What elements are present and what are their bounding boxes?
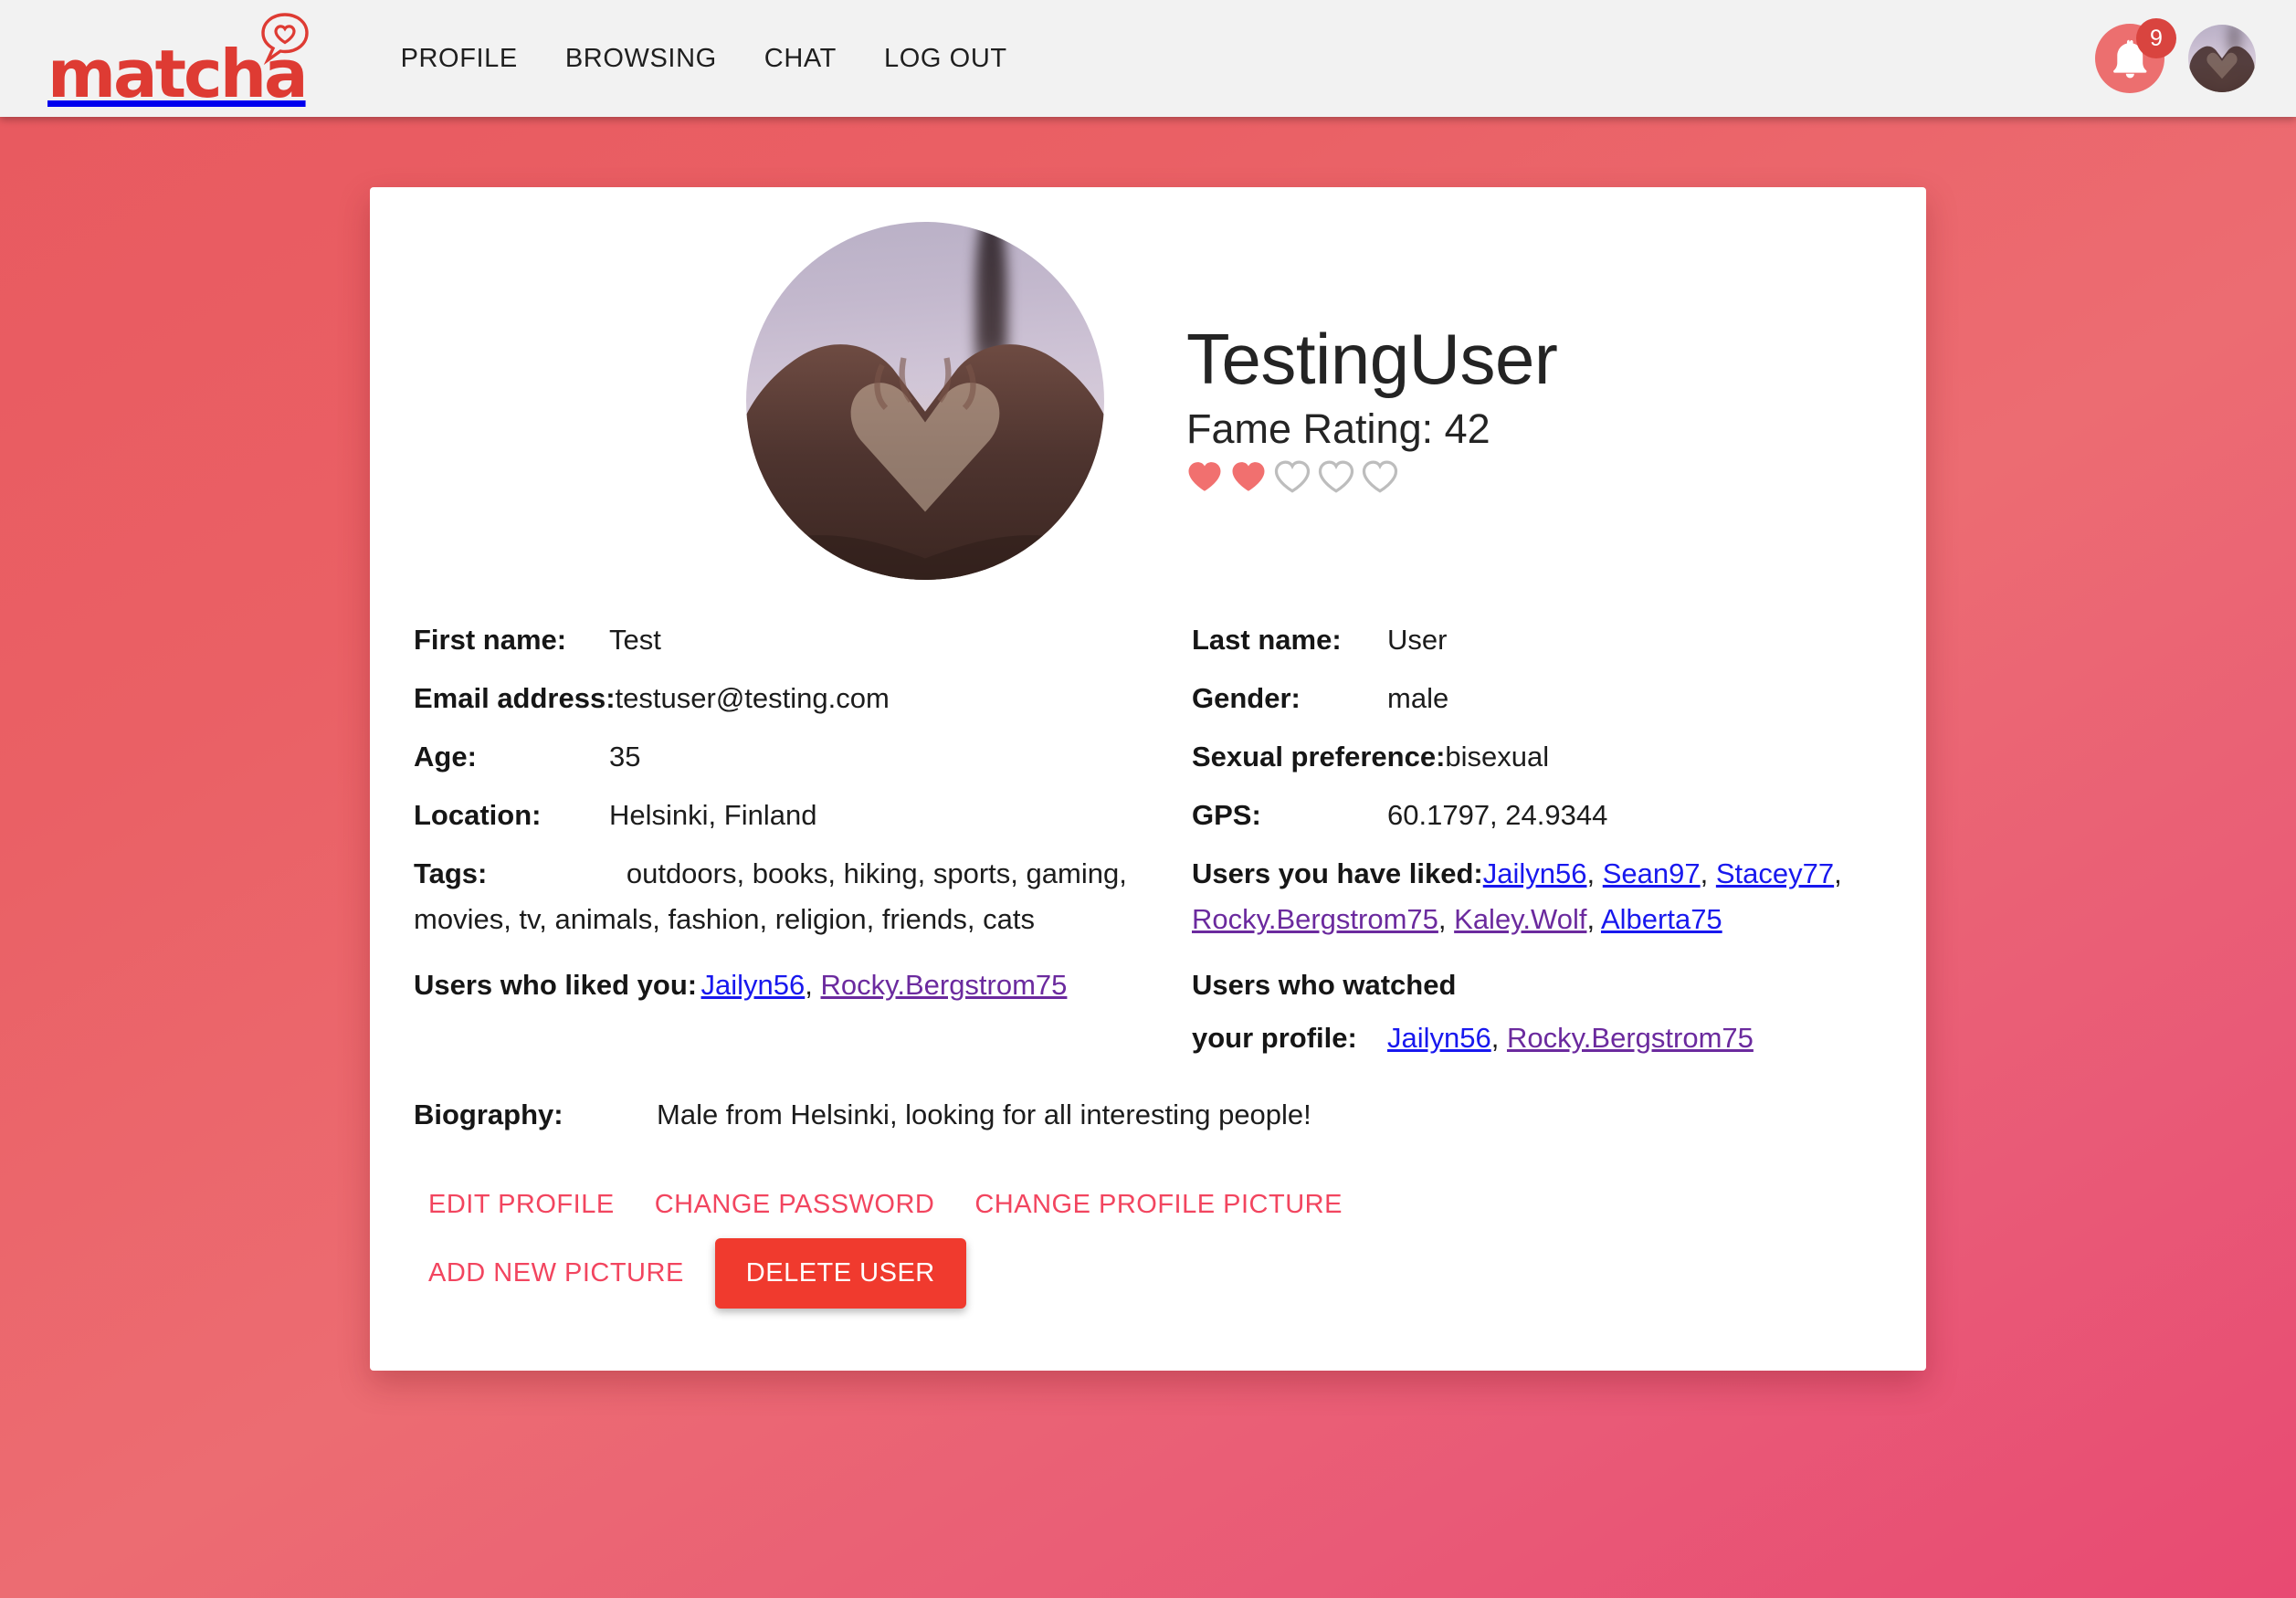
change-password-button[interactable]: CHANGE PASSWORD bbox=[635, 1175, 955, 1235]
field-users-you-liked: Users you have liked:Jailyn56, Sean97, S… bbox=[1148, 850, 1926, 941]
heart-speech-bubble-icon bbox=[258, 12, 311, 66]
field-users-who-watched: Users who watched your profile: Jailyn56… bbox=[1148, 962, 1926, 1067]
heart-empty-icon bbox=[1362, 460, 1398, 493]
user-profile-link[interactable]: Rocky.Bergstrom75 bbox=[821, 969, 1068, 1001]
field-email: Email address: testuser@testing.com bbox=[370, 669, 1148, 728]
nav-link-logout[interactable]: LOG OUT bbox=[860, 35, 1031, 83]
user-profile-link[interactable]: Rocky.Bergstrom75 bbox=[1192, 903, 1438, 935]
brand-logo[interactable]: matcha bbox=[47, 13, 309, 107]
field-label: Email address: bbox=[414, 682, 616, 714]
user-profile-link[interactable]: Kaley.Wolf bbox=[1454, 903, 1586, 935]
field-label: Last name: bbox=[1192, 624, 1342, 656]
field-gender: Gender: male bbox=[1148, 669, 1926, 728]
field-gps: GPS: 60.1797, 24.9344 bbox=[1148, 786, 1926, 845]
field-label: Age: bbox=[414, 741, 477, 773]
profile-details: First name: Test Last name: User Email a… bbox=[370, 611, 1926, 1131]
field-age: Age: 35 bbox=[370, 728, 1148, 786]
edit-profile-button[interactable]: EDIT PROFILE bbox=[408, 1175, 635, 1235]
top-navbar: matcha PROFILE BROWSING CHAT LOG OUT 9 bbox=[0, 0, 2296, 117]
nav-link-profile[interactable]: PROFILE bbox=[377, 35, 542, 83]
profile-identity: TestingUser Fame Rating: 42 bbox=[1186, 222, 1558, 493]
field-value: testuser@testing.com bbox=[615, 682, 890, 714]
field-value: Test bbox=[609, 624, 661, 656]
field-label: Users who liked you: bbox=[414, 969, 698, 1001]
profile-picture[interactable] bbox=[746, 222, 1104, 580]
field-label: Location: bbox=[414, 799, 542, 831]
heart-empty-icon bbox=[1318, 460, 1354, 493]
user-profile-link[interactable]: Alberta75 bbox=[1601, 903, 1722, 935]
field-label-line2: your profile: bbox=[1192, 1022, 1357, 1054]
fame-rating: Fame Rating: 42 bbox=[1186, 405, 1490, 452]
field-label: Gender: bbox=[1192, 682, 1301, 714]
field-first-name: First name: Test bbox=[370, 611, 1148, 669]
profile-header: TestingUser Fame Rating: 42 bbox=[370, 187, 1926, 580]
field-value: male bbox=[1387, 682, 1449, 714]
change-profile-picture-button[interactable]: CHANGE PROFILE PICTURE bbox=[954, 1175, 1363, 1235]
user-profile-link[interactable]: Stacey77 bbox=[1716, 857, 1834, 889]
field-value: 60.1797, 24.9344 bbox=[1387, 799, 1608, 831]
action-row-primary: EDIT PROFILE CHANGE PASSWORD CHANGE PROF… bbox=[408, 1175, 1926, 1235]
field-sexual-preference: Sexual preference: bisexual bbox=[1148, 728, 1926, 786]
fame-hearts bbox=[1186, 459, 1557, 493]
field-biography: Biography: Male from Helsinki, looking f… bbox=[370, 1099, 1926, 1131]
field-value: Male from Helsinki, looking for all inte… bbox=[657, 1099, 1311, 1130]
notifications-button[interactable]: 9 bbox=[2095, 18, 2176, 93]
user-profile-link[interactable]: Jailyn56 bbox=[701, 969, 806, 1001]
profile-card: TestingUser Fame Rating: 42 First name: … bbox=[370, 187, 1926, 1371]
heart-filled-icon bbox=[1232, 462, 1265, 491]
detail-row-liked-watched: Users who liked you: Jailyn56, Rocky.Ber… bbox=[370, 962, 1926, 1067]
field-value: bisexual bbox=[1445, 741, 1550, 773]
page-title: TestingUser bbox=[1186, 319, 1558, 399]
nav-links: PROFILE BROWSING CHAT LOG OUT bbox=[377, 35, 1031, 83]
heart-filled-icon bbox=[1188, 462, 1221, 491]
field-tags: Tags: outdoors, books, hiking, sports, g… bbox=[370, 850, 1148, 941]
user-profile-link[interactable]: Rocky.Bergstrom75 bbox=[1507, 1022, 1754, 1054]
navbar-right-controls: 9 bbox=[2095, 18, 2256, 93]
add-new-picture-button[interactable]: ADD NEW PICTURE bbox=[408, 1244, 704, 1303]
field-value: 35 bbox=[609, 741, 641, 773]
field-label: Sexual preference: bbox=[1192, 741, 1446, 773]
user-profile-link[interactable]: Jailyn56 bbox=[1483, 857, 1587, 889]
field-label: Biography: bbox=[414, 1099, 563, 1130]
field-label: Tags: bbox=[414, 857, 488, 889]
field-last-name: Last name: User bbox=[1148, 611, 1926, 669]
nav-link-browsing[interactable]: BROWSING bbox=[542, 35, 741, 83]
field-value: User bbox=[1387, 624, 1448, 656]
field-value: Helsinki, Finland bbox=[609, 799, 817, 831]
nav-link-chat[interactable]: CHAT bbox=[741, 35, 860, 83]
field-label-line1: Users who watched bbox=[1192, 969, 1457, 1001]
user-profile-link[interactable]: Sean97 bbox=[1603, 857, 1701, 889]
avatar[interactable] bbox=[2188, 25, 2256, 92]
heart-empty-icon bbox=[1274, 460, 1311, 493]
field-label: Users you have liked: bbox=[1192, 857, 1483, 889]
user-profile-link[interactable]: Jailyn56 bbox=[1387, 1022, 1491, 1054]
detail-row-location-gps: Location: Helsinki, Finland GPS: 60.1797… bbox=[370, 786, 1926, 845]
field-label: GPS: bbox=[1192, 799, 1261, 831]
field-value: outdoors, books, hiking, sports, gaming,… bbox=[414, 857, 1127, 935]
field-label: First name: bbox=[414, 624, 567, 656]
action-row-secondary: ADD NEW PICTURE DELETE USER bbox=[408, 1238, 1926, 1309]
user-link-list: Jailyn56, Rocky.Bergstrom75 bbox=[700, 969, 1068, 1001]
field-location: Location: Helsinki, Finland bbox=[370, 786, 1148, 845]
detail-row-names: First name: Test Last name: User bbox=[370, 611, 1926, 669]
detail-row-age-preference: Age: 35 Sexual preference: bisexual bbox=[370, 728, 1926, 786]
profile-actions: EDIT PROFILE CHANGE PASSWORD CHANGE PROF… bbox=[370, 1175, 1926, 1309]
detail-row-email-gender: Email address: testuser@testing.com Gend… bbox=[370, 669, 1926, 728]
field-users-who-liked-you: Users who liked you: Jailyn56, Rocky.Ber… bbox=[370, 962, 1148, 1067]
detail-row-tags-liked: Tags: outdoors, books, hiking, sports, g… bbox=[370, 850, 1926, 941]
delete-user-button[interactable]: DELETE USER bbox=[714, 1238, 966, 1309]
user-link-list: Jailyn56, Rocky.Bergstrom75 bbox=[1387, 1022, 1754, 1054]
notification-badge: 9 bbox=[2136, 18, 2176, 58]
